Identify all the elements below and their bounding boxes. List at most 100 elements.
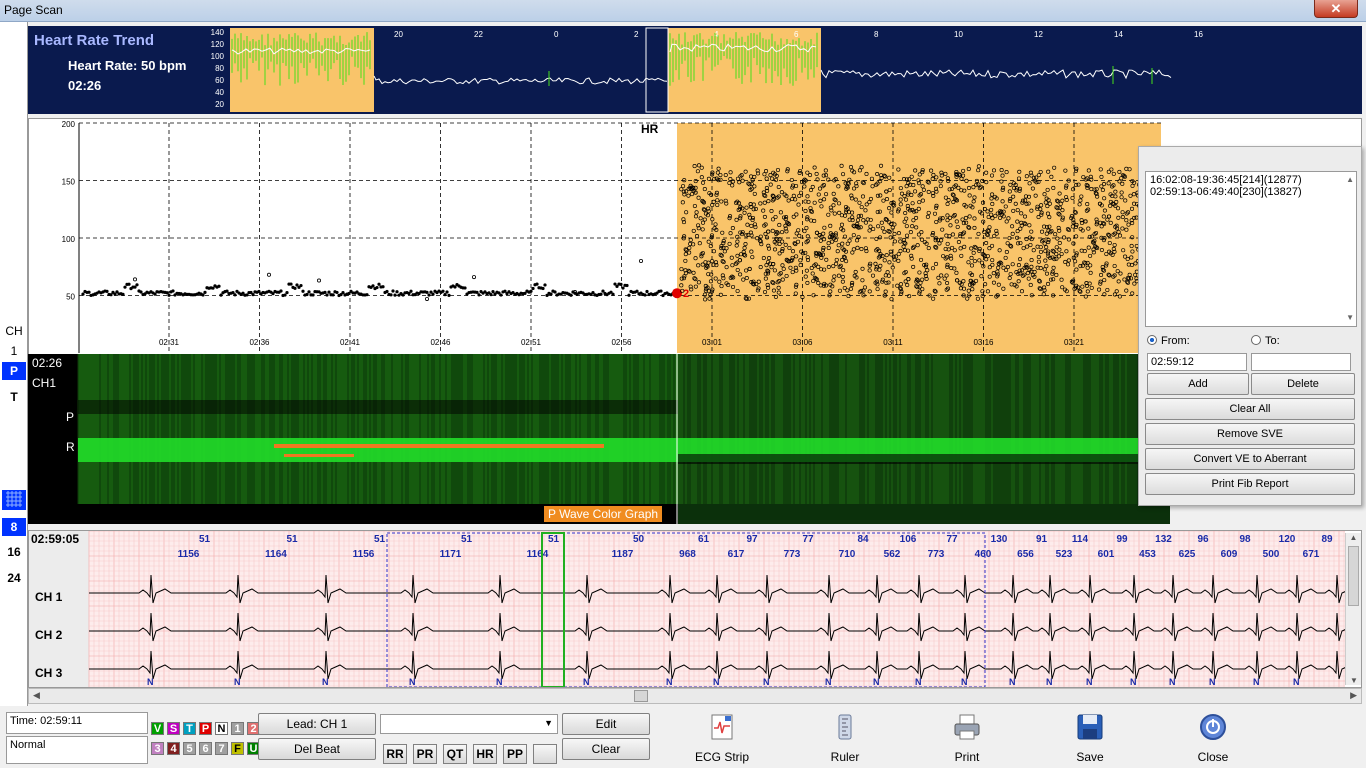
edit-button[interactable]: Edit (562, 713, 650, 735)
ecg-channel-label: CH 1 (35, 590, 63, 604)
hr-data-point (165, 291, 169, 295)
t-toggle[interactable]: T (2, 390, 26, 404)
hr-data-point (81, 292, 85, 296)
save-tool[interactable]: Save (1050, 710, 1130, 766)
scroll-down-icon[interactable]: ▼ (1346, 676, 1362, 685)
ecg-beat-label: N (1009, 677, 1016, 687)
scroll-thumb[interactable] (634, 690, 648, 702)
ecg-rr-value: 1156 (178, 549, 200, 560)
beat-tag[interactable]: P (199, 722, 212, 735)
blank-button[interactable] (533, 744, 557, 764)
close-tool[interactable]: Close (1173, 710, 1253, 766)
ruler-tool[interactable]: Ruler (805, 710, 885, 766)
beat-tag[interactable]: 5 (183, 742, 196, 755)
print-fib-report-button[interactable]: Print Fib Report (1145, 473, 1355, 495)
span-16-button[interactable]: 16 (2, 545, 26, 559)
beat-tag[interactable]: 7 (215, 742, 228, 755)
trend-x-tick: 16 (1194, 30, 1203, 39)
beat-tag[interactable]: 6 (199, 742, 212, 755)
hr-data-point (299, 283, 303, 288)
scroll-thumb[interactable] (1348, 546, 1359, 606)
hr-data-point (463, 286, 467, 290)
trend-hr-line (820, 69, 1172, 80)
episode-item[interactable]: 16:02:08-19:36:45[214](12877) (1150, 174, 1352, 186)
clear-button[interactable]: Clear (562, 738, 650, 760)
p-wave-color-graph-button[interactable]: P Wave Color Graph (544, 506, 663, 522)
episode-list[interactable]: 16:02:08-19:36:45[214](12877) 02:59:13-0… (1145, 171, 1357, 327)
del-beat-button[interactable]: Del Beat (258, 738, 376, 760)
hr-current-marker (672, 288, 682, 299)
hr-data-point (659, 289, 663, 293)
ecg-strip-svg[interactable]: 02:59:05 CH 1 CH 2 CH 3 51 51 51 51 51 50 61 97 77 84… (29, 531, 1361, 687)
to-time-input[interactable] (1251, 353, 1351, 371)
trend-viewport-box (645, 27, 669, 113)
add-button[interactable]: Add (1147, 373, 1249, 395)
hr-data-point (289, 282, 293, 286)
ecg-strip-tool[interactable]: ECG Strip (682, 710, 762, 766)
beat-tag[interactable]: T (183, 722, 196, 735)
window-close-button[interactable]: ✕ (1314, 0, 1358, 18)
hr-x-tick: 02:36 (249, 338, 270, 347)
hr-data-point (121, 292, 125, 296)
ecg-beat-label: N (1293, 677, 1300, 687)
p-wave-highlight (284, 454, 354, 457)
trend-plot[interactable]: 1401201008060402020 22 0 2 4 6 8 10 12 14 16 (28, 26, 1362, 114)
ecg-rr-value: 1171 (440, 549, 462, 560)
span-24-button[interactable]: 24 (2, 571, 26, 585)
ecg-beat-label: N (873, 677, 880, 687)
ecg-vertical-scrollbar[interactable]: ▲ ▼ (1345, 533, 1361, 685)
trend-x-tick: 14 (1114, 30, 1123, 39)
floppy-disk-icon (1077, 714, 1103, 740)
hr-data-point (409, 289, 413, 293)
clear-all-button[interactable]: Clear All (1145, 398, 1355, 420)
channel-number[interactable]: 1 (2, 344, 26, 358)
list-scroll-up-icon[interactable]: ▲ (1346, 174, 1354, 186)
pr-button[interactable]: PR (413, 744, 437, 764)
hr-y-tick: 150 (62, 178, 76, 187)
hr-x-tick: 02:51 (521, 338, 542, 347)
print-tool[interactable]: Print (927, 710, 1007, 766)
p-toggle[interactable]: P (2, 362, 26, 380)
hr-data-point (335, 290, 339, 295)
beat-tag[interactable]: N (215, 722, 228, 735)
delete-button[interactable]: Delete (1251, 373, 1355, 395)
ecg-strip-panel[interactable]: 02:59:05 CH 1 CH 2 CH 3 51 51 51 51 51 50 61 97 77 84… (28, 530, 1362, 688)
scroll-up-icon[interactable]: ▲ (1346, 533, 1361, 542)
trend-x-tick: 20 (394, 30, 403, 39)
beat-select-dropdown[interactable]: ▼ (380, 714, 558, 734)
beat-tag[interactable]: 1 (231, 722, 244, 735)
ecg-rr-value: 601 (1098, 549, 1115, 560)
from-radio[interactable]: From: (1147, 335, 1190, 347)
beat-tag[interactable]: 3 (151, 742, 164, 755)
beat-tag[interactable]: 4 (167, 742, 180, 755)
horizontal-scrollbar[interactable]: ◀ ▶ (28, 688, 1362, 704)
hr-button[interactable]: HR (473, 744, 497, 764)
convert-ve-to-aberrant-button[interactable]: Convert VE to Aberrant (1145, 448, 1355, 470)
lead-button[interactable]: Lead: CH 1 (258, 713, 376, 735)
rr-button[interactable]: RR (383, 744, 407, 764)
beat-tag[interactable]: S (167, 722, 180, 735)
beat-tag[interactable]: V (151, 722, 164, 735)
to-radio[interactable]: To: (1251, 335, 1280, 347)
close-label: Close (1197, 750, 1229, 764)
scroll-right-icon[interactable]: ▶ (1350, 690, 1357, 701)
chevron-down-icon[interactable]: ▼ (544, 718, 553, 728)
beat-tag[interactable]: F (231, 742, 244, 755)
ecg-rr-value: 1156 (353, 549, 375, 560)
hr-data-point (251, 293, 255, 297)
remove-sve-button[interactable]: Remove SVE (1145, 423, 1355, 445)
hr-data-point (447, 293, 451, 297)
heart-rate-trend-panel[interactable]: Heart Rate Trend Heart Rate: 50 bpm 02:2… (28, 26, 1362, 114)
ecg-beat-label: N (1253, 677, 1260, 687)
scroll-left-icon[interactable]: ◀ (33, 690, 40, 701)
hr-data-point (431, 292, 435, 296)
from-time-input[interactable]: 02:59:12 (1147, 353, 1247, 371)
ecg-rr-value: 968 (679, 549, 696, 560)
pp-button[interactable]: PP (503, 744, 527, 764)
episode-item[interactable]: 02:59:13-06:49:40[230](13827) (1150, 186, 1352, 198)
p-wave-color-graph[interactable]: 02:26 CH1 P R P Wave Color Graph (28, 354, 1170, 524)
span-8-button[interactable]: 8 (2, 518, 26, 536)
qt-button[interactable]: QT (443, 744, 467, 764)
grid-icon[interactable] (2, 490, 26, 510)
list-scroll-down-icon[interactable]: ▼ (1346, 312, 1354, 324)
